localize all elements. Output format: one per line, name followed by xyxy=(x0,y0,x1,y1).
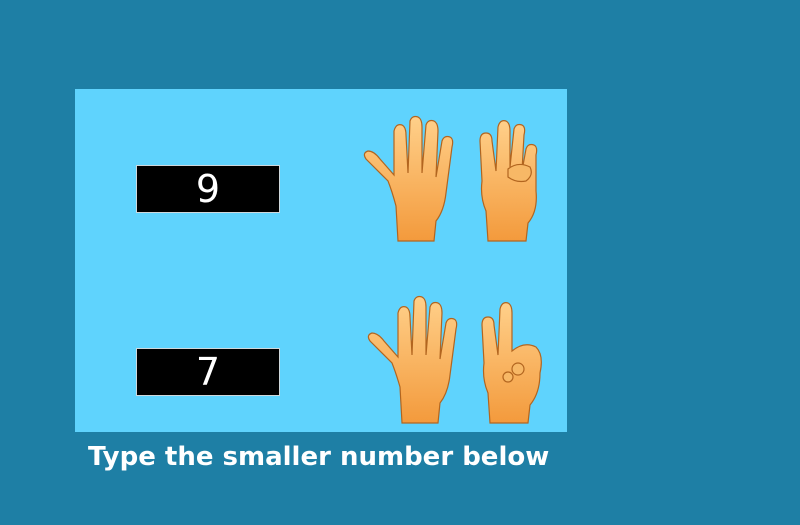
hands-seven-fingers-icon xyxy=(367,295,542,424)
number-box-second[interactable]: 7 xyxy=(136,348,280,396)
number-box-first[interactable]: 9 xyxy=(136,165,280,213)
number-panel: 9 7 xyxy=(75,89,567,432)
hands-nine-fingers-icon xyxy=(363,115,538,242)
instruction-text: Type the smaller number below xyxy=(88,442,550,472)
